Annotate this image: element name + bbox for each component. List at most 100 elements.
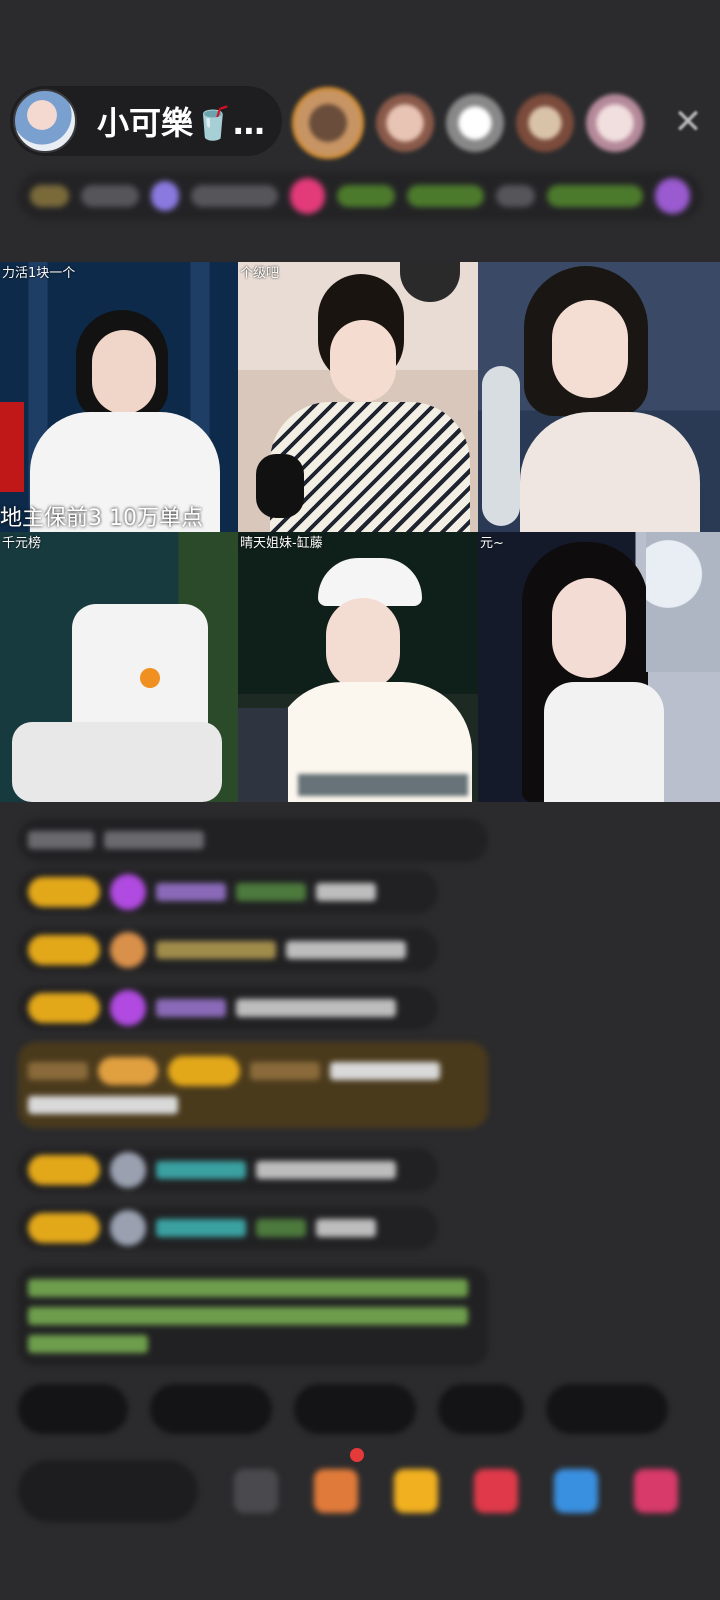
streamer-face [92,330,156,414]
chat-username [250,1062,320,1080]
chat-message[interactable] [18,928,438,972]
chat-text [316,883,376,901]
green-tag [337,185,395,207]
gift-icon[interactable] [394,1469,438,1513]
chat-message[interactable] [18,870,438,914]
chat-text [28,831,94,849]
level-badge [28,935,100,965]
system-text [28,1307,468,1325]
level-badge [168,1056,240,1086]
green-tag [546,185,644,207]
quick-reply-chip[interactable] [294,1384,416,1434]
lamp [400,262,460,302]
notification-dot [350,1448,364,1462]
close-icon[interactable]: ✕ [668,102,708,142]
chat-text [28,1096,178,1114]
streamer-body [520,412,700,532]
chat-message[interactable] [18,1206,438,1250]
chat-text [316,1219,376,1237]
video-seat-6[interactable]: 元~ [478,532,720,802]
heart-icon [290,178,326,214]
grey-tag [496,185,535,207]
level-badge [28,1155,100,1185]
chat-input[interactable] [18,1460,198,1522]
chat-text [330,1062,440,1080]
more-icon[interactable] [634,1469,678,1513]
notice-badge [98,1057,158,1085]
video-seat-4[interactable]: 千元榜 [0,532,238,802]
system-text [28,1279,468,1297]
host-avatar[interactable] [13,89,77,153]
notice-badge [28,1062,88,1080]
gift-icon [655,178,690,214]
diamond-icon [110,990,146,1026]
seat-label: 力活1块一个 [2,266,76,281]
video-seat-2[interactable]: 个级吧 [238,262,478,532]
top-viewer-avatar[interactable] [586,94,644,152]
seat-label: 元~ [480,536,504,551]
fan-text [191,185,279,207]
system-message [18,1266,488,1366]
chat-username [156,883,226,901]
streamer-face [326,598,400,690]
top-viewer-avatar[interactable] [446,94,504,152]
streamer-body [544,682,664,802]
quick-reply-row [18,1384,668,1434]
seat-label: 个级吧 [240,266,280,281]
system-text [28,1335,148,1353]
rank-badge [30,185,69,207]
level-badge [28,1213,100,1243]
streamer-face [552,300,628,398]
gift-box-icon[interactable] [314,1469,358,1513]
emoji-icon[interactable] [234,1469,278,1513]
microphone [238,708,288,802]
quick-reply-chip[interactable] [438,1384,524,1434]
seat-label: 千元榜 [2,536,42,551]
top-viewer-avatar[interactable] [376,94,434,152]
microphone [482,366,520,526]
fan-icon [150,181,180,211]
room-info-bar[interactable] [18,172,702,220]
seat-label: 晴天姐妹-缸藤 [240,536,323,551]
user-avatar [110,1210,146,1246]
game-icon[interactable] [474,1469,518,1513]
top-viewer-avatar[interactable] [516,94,574,152]
video-seat-1[interactable]: 力活1块一个 地主保前3 10万单点 [0,262,238,532]
video-seat-3[interactable] [478,262,720,532]
chat-message[interactable] [18,818,488,862]
chat-username [156,941,276,959]
quick-reply-chip[interactable] [546,1384,668,1434]
seat-caption: 地主保前3 10万单点 [0,506,203,531]
chair-tag [140,668,160,688]
chat-text [256,1161,396,1179]
chat-username [156,999,226,1017]
chat-username [256,1219,306,1237]
microphone [256,454,304,518]
quick-reply-chip[interactable] [150,1384,272,1434]
diamond-icon [110,874,146,910]
chat-text [104,831,204,849]
video-seat-5[interactable]: 晴天姐妹-缸藤 [238,532,478,802]
chat-username [236,883,306,901]
fan-icon [110,932,146,968]
chat-message[interactable] [18,1148,438,1192]
empty-chair-base [12,722,222,802]
multi-guest-video-grid: 力活1块一个 地主保前3 10万单点 个级吧 千元榜 晴天姐妹-缸藤 元~ [0,262,720,802]
top-viewer-avatar[interactable] [292,87,364,159]
user-avatar [110,1152,146,1188]
rank-text [80,185,139,207]
chat-bubble-icon[interactable] [554,1469,598,1513]
streamer-face [330,320,396,402]
level-badge [28,993,100,1023]
level-badge [28,877,100,907]
host-info-pill[interactable]: 小可樂🥤… [10,86,282,156]
green-tag [406,185,485,207]
chat-username [156,1219,246,1237]
chat-message[interactable] [18,986,438,1030]
subtitle-band [298,774,468,796]
host-name: 小可樂🥤… [97,104,265,142]
bottom-action-bar [18,1456,720,1526]
quick-reply-chip[interactable] [18,1384,128,1434]
notice-message[interactable] [18,1042,488,1128]
streamer-face [552,578,626,678]
